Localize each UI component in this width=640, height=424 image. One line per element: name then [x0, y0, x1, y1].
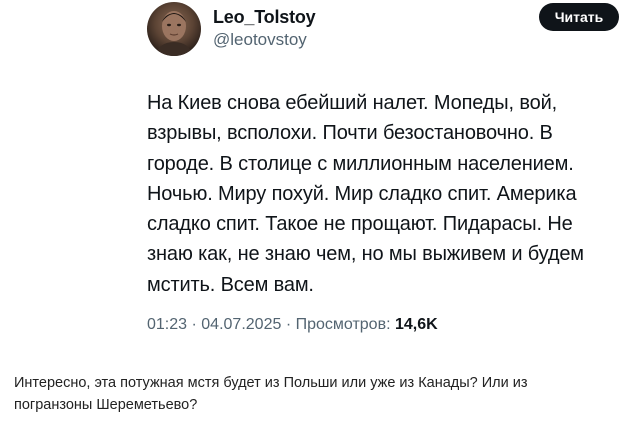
author-name[interactable]: Leo_Tolstoy: [213, 7, 316, 28]
views-count: 14,6K: [394, 316, 438, 333]
tweet-text-line: На Киев снова ебейший налет. Мопеды, вой…: [147, 92, 558, 114]
tweet-text-line: мстить. Всем вам.: [147, 273, 314, 296]
comment-text: Интересно, эта потужная мстя будет из По…: [14, 372, 626, 416]
comment-text-line: погранзоны Шереметьево?: [14, 397, 198, 413]
comment-text-line: Интересно, эта потужная мстя будет из По…: [14, 375, 528, 391]
tweet-text: На Киев снова ебейший налет. Мопеды, вой…: [147, 88, 631, 300]
follow-button[interactable]: Читать: [539, 3, 619, 31]
tweet-date[interactable]: 04.07.2025: [201, 316, 281, 333]
avatar[interactable]: [147, 2, 201, 56]
meta-separator: ·: [285, 316, 292, 333]
tweet-text-line: знаю как, не знаю чем, но мы выживем и б…: [147, 243, 584, 266]
author-handle[interactable]: @leotovstoy: [213, 30, 307, 50]
views-label: Просмотров:: [295, 316, 391, 333]
tweet-text-line: сладко спит. Такое не прощают. Пидарасы.…: [147, 213, 573, 236]
avatar-portrait-icon: [155, 11, 193, 56]
tweet-text-line: взрывы, всполохи. Почти безостановочно. …: [147, 122, 553, 145]
tweet-time[interactable]: 01:23: [147, 316, 187, 333]
tweet-meta: 01:23 · 04.07.2025 · Просмотров: 14,6K: [147, 316, 438, 334]
meta-separator: ·: [191, 316, 197, 333]
tweet-text-line: городе. В столице с миллионным население…: [147, 152, 574, 175]
tweet-text-line: Ночью. Миру похуй. Мир сладко спит. Амер…: [147, 182, 577, 205]
tweet-card: Leo_Tolstoy @leotovstoy Читать На Киев с…: [0, 0, 640, 350]
